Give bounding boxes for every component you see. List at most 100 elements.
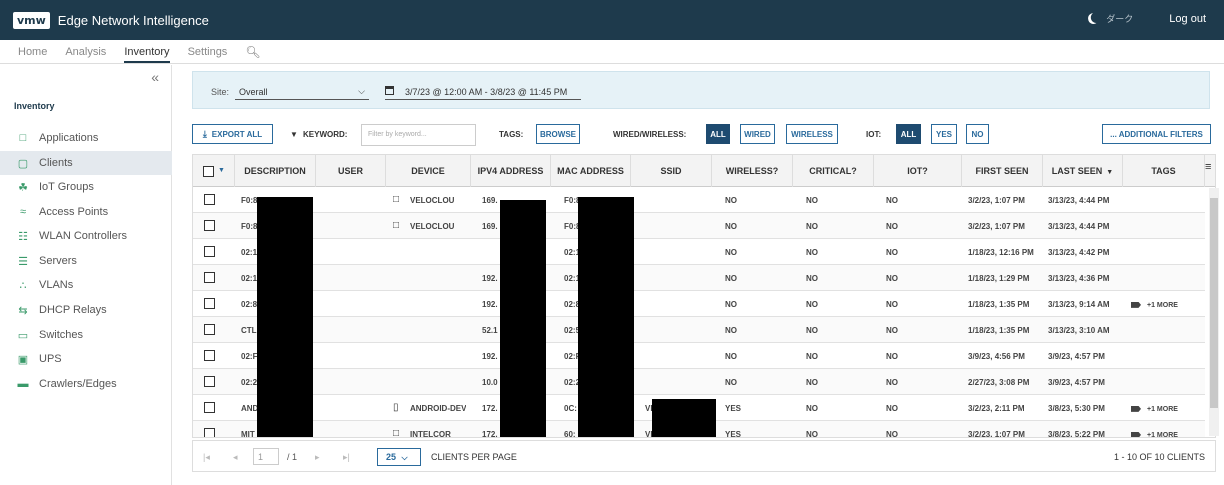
table-row[interactable]: F0:8 □ VELOCLOU 169. F0:8 NO NO NO 3/2/23, 1:07 … xyxy=(193,187,1205,213)
cell-tags: +1 MORE xyxy=(1131,430,1178,437)
cell-device: VELOCLOU xyxy=(410,196,455,205)
pagination-bar: |◂ ◂ 1 / 1 ▸ ▸| 25 ⌵ CLIENTS PER PAGE 1 … xyxy=(192,440,1216,472)
iot-filter-yes[interactable]: YES xyxy=(931,124,957,144)
col-description[interactable]: DESCRIPTION xyxy=(235,155,316,187)
row-checkbox[interactable] xyxy=(204,324,215,335)
cell-wireless: NO xyxy=(725,352,737,361)
table-row[interactable]: 02:F 192. 02:F NO NO NO 3/9/23, 4:56 PM 3/9/23,… xyxy=(193,343,1205,369)
cell-device: ANDROID-DEV xyxy=(410,404,467,413)
cell-description: AND xyxy=(241,404,259,413)
tags-label: TAGS: xyxy=(499,130,524,139)
table-row[interactable]: 02:1 192. 02:1 NO NO NO 1/18/23, 1:29 PM 3/13/2… xyxy=(193,265,1205,291)
row-checkbox[interactable] xyxy=(204,194,215,205)
dark-mode-toggle[interactable]: ダーク xyxy=(1106,12,1133,25)
cell-description: 02:1 xyxy=(241,248,258,257)
sidebar-item-ups[interactable]: ▣ UPS xyxy=(0,347,172,371)
pagination-summary: 1 - 10 OF 10 CLIENTS xyxy=(1113,452,1205,462)
tab-inventory[interactable]: Inventory xyxy=(124,46,170,63)
tag-more-label[interactable]: +1 MORE xyxy=(1147,302,1178,309)
col-wireless[interactable]: WIRELESS? xyxy=(712,155,793,187)
col-tags[interactable]: TAGS xyxy=(1123,155,1205,187)
per-page-select[interactable]: 25 ⌵ xyxy=(377,448,421,466)
column-menu-icon[interactable]: ≡ xyxy=(1205,161,1211,173)
sidebar-item-crawlers-edges[interactable]: ▬ Crawlers/Edges xyxy=(0,372,172,396)
col-device[interactable]: DEVICE xyxy=(386,155,471,187)
cell-ipv4: 52.1 xyxy=(482,326,498,335)
col-last-seen[interactable]: LAST SEEN ▼ xyxy=(1043,155,1123,187)
dark-mode-icon[interactable] xyxy=(1087,11,1101,25)
tab-settings[interactable]: Settings xyxy=(188,46,228,63)
prev-page-icon[interactable]: ◂ xyxy=(233,452,238,463)
sidebar-item-wlan-controllers[interactable]: ☷ WLAN Controllers xyxy=(0,224,172,248)
iot-filter-all[interactable]: ALL xyxy=(896,124,921,144)
tab-home[interactable]: Home xyxy=(18,46,47,63)
sidebar-item-vlans[interactable]: ∴ VLANs xyxy=(0,273,172,297)
site-select[interactable]: Overall ⌵ xyxy=(235,84,369,100)
table-row[interactable]: 02:2 10.0 02:2 NO NO NO 2/27/23, 3:08 PM 3/9/23… xyxy=(193,369,1205,395)
col-iot[interactable]: IOT? xyxy=(874,155,962,187)
scrollbar-thumb[interactable] xyxy=(1210,198,1218,408)
col-user[interactable]: USER xyxy=(316,155,386,187)
sidebar-item-servers[interactable]: ☰ Servers xyxy=(0,249,172,273)
keyword-input[interactable]: Filter by keyword... xyxy=(361,124,476,146)
cell-description: F0:8 xyxy=(241,196,258,205)
tag-more-label[interactable]: +1 MORE xyxy=(1147,432,1178,437)
row-checkbox[interactable] xyxy=(204,298,215,309)
tab-analysis[interactable]: Analysis xyxy=(65,46,106,63)
first-page-icon[interactable]: |◂ xyxy=(203,452,210,463)
per-page-label: CLIENTS PER PAGE xyxy=(431,452,517,462)
wired-filter-wired[interactable]: WIRED xyxy=(740,124,775,144)
caret-down-icon[interactable]: ▼ xyxy=(218,167,225,174)
sidebar: « Inventory □ Applications ▢ Clients ☘ IoT … xyxy=(0,65,172,485)
cell-description: F0:8 xyxy=(241,222,258,231)
row-checkbox[interactable] xyxy=(204,272,215,283)
page-number-input[interactable]: 1 xyxy=(253,448,279,465)
table-row[interactable]: 02:8 192. 02:8 NO NO NO 1/18/23, 1:35 PM 3/13/2… xyxy=(193,291,1205,317)
row-checkbox[interactable] xyxy=(204,350,215,361)
vertical-scrollbar[interactable] xyxy=(1209,188,1219,436)
last-page-icon[interactable]: ▸| xyxy=(343,452,350,463)
row-checkbox[interactable] xyxy=(204,376,215,387)
cell-first-seen: 3/2/23, 1:07 PM xyxy=(968,196,1025,205)
row-checkbox[interactable] xyxy=(204,220,215,231)
sidebar-item-clients[interactable]: ▢ Clients xyxy=(0,151,172,175)
monitor-icon: □ xyxy=(393,428,400,438)
col-mac[interactable]: MAC ADDRESS xyxy=(551,155,631,187)
next-page-icon[interactable]: ▸ xyxy=(315,452,320,463)
row-checkbox[interactable] xyxy=(204,428,215,437)
additional-filters-button[interactable]: ... ADDITIONAL FILTERS xyxy=(1102,124,1211,144)
table-row[interactable]: 02:1 02:1 NO NO NO 1/18/23, 12:16 PM 3/13/23, … xyxy=(193,239,1205,265)
sidebar-item-iot-groups[interactable]: ☘ IoT Groups xyxy=(0,175,172,199)
wired-filter-all[interactable]: ALL xyxy=(706,124,730,144)
logout-link[interactable]: Log out xyxy=(1169,13,1206,25)
cell-wireless: NO xyxy=(725,326,737,335)
cell-ipv4: 192. xyxy=(482,352,498,361)
browse-tags-button[interactable]: BROWSE xyxy=(536,124,580,144)
sidebar-item-applications[interactable]: □ Applications xyxy=(0,126,172,150)
search-icon[interactable]: 🔍︎ xyxy=(245,45,260,63)
keyword-label: KEYWORD: xyxy=(303,130,348,139)
tag-more-label[interactable]: +1 MORE xyxy=(1147,406,1178,413)
collapse-sidebar-icon[interactable]: « xyxy=(151,69,159,85)
cell-iot: NO xyxy=(886,404,898,413)
row-checkbox[interactable] xyxy=(204,402,215,413)
col-critical[interactable]: CRITICAL? xyxy=(793,155,874,187)
sidebar-item-switches[interactable]: ▭ Switches xyxy=(0,323,172,347)
cell-critical: NO xyxy=(806,378,818,387)
table-row[interactable]: CTL 52.1 02:5 NO NO NO 1/18/23, 1:35 PM 3/13/23… xyxy=(193,317,1205,343)
export-all-button[interactable]: ⤓ EXPORT ALL xyxy=(192,124,273,144)
col-first-seen[interactable]: FIRST SEEN xyxy=(962,155,1043,187)
col-ipv4[interactable]: IPV4 ADDRESS xyxy=(471,155,551,187)
clients-icon: ▢ xyxy=(17,157,29,170)
cell-last-seen: 3/13/23, 4:42 PM xyxy=(1048,248,1110,257)
row-checkbox[interactable] xyxy=(204,246,215,257)
last-seen-label: LAST SEEN xyxy=(1051,166,1103,176)
sidebar-item-dhcp-relays[interactable]: ⇆ DHCP Relays xyxy=(0,298,172,322)
iot-filter-no[interactable]: NO xyxy=(966,124,989,144)
sidebar-item-access-points[interactable]: ≈ Access Points xyxy=(0,200,172,224)
col-ssid[interactable]: SSID xyxy=(631,155,712,187)
date-range-picker[interactable]: 3/7/23 @ 12:00 AM - 3/8/23 @ 11:45 PM xyxy=(385,84,581,100)
table-row[interactable]: F0:8 □ VELOCLOU 169. F0:8 NO NO NO 3/2/23, 1:07 … xyxy=(193,213,1205,239)
select-all-checkbox[interactable] xyxy=(203,166,214,177)
wired-filter-wireless[interactable]: WIRELESS xyxy=(786,124,838,144)
